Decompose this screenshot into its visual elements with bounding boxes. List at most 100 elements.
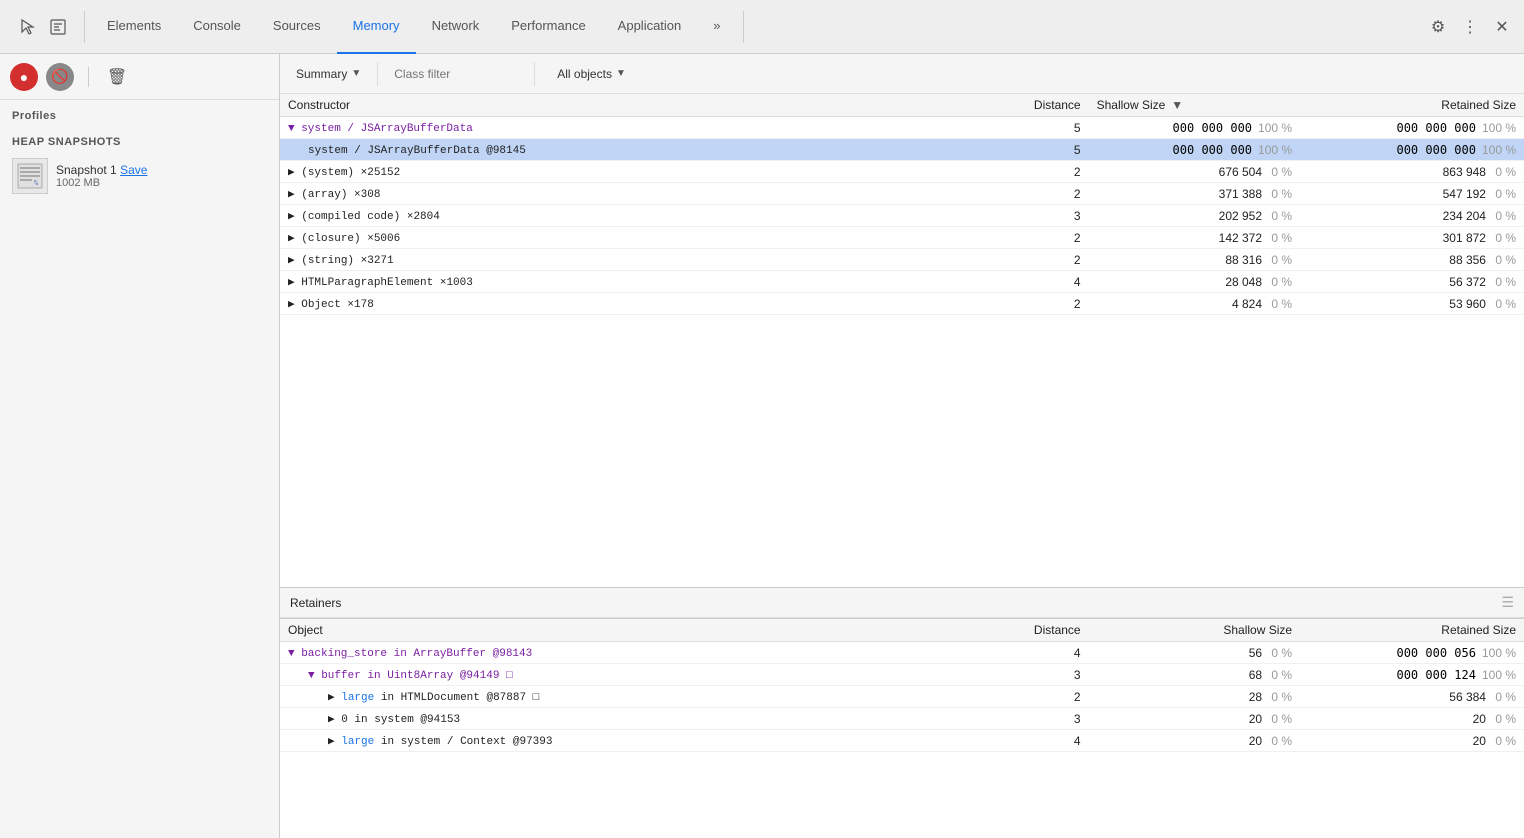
class-filter-input[interactable]	[386, 63, 526, 85]
snapshot-save-link[interactable]: Save	[120, 163, 147, 177]
delete-button[interactable]: 🗑	[103, 63, 131, 91]
distance-cell: 2	[964, 686, 1088, 708]
tab-more[interactable]: »	[697, 0, 736, 54]
table-row[interactable]: ▶ (system) ×25152 2 676 504 0 % 863 948 …	[280, 161, 1524, 183]
sidebar-divider	[88, 67, 89, 87]
divider-2	[743, 11, 744, 43]
retainers-table: Object Distance Shallow Size Retained Si…	[280, 619, 1524, 752]
distance-cell: 3	[964, 205, 1088, 227]
snapshot-icon: %	[12, 158, 48, 194]
retained-cell: 53 960 0 %	[1300, 293, 1524, 315]
constructor-cell: ▶ HTMLParagraphElement ×1003	[280, 271, 964, 293]
cursor-icon[interactable]	[16, 15, 40, 39]
divider-1	[84, 11, 85, 43]
summary-label: Summary	[296, 67, 347, 81]
snapshot-item[interactable]: % Snapshot 1 Save 1002 MB	[0, 152, 279, 200]
summary-dropdown[interactable]: Summary ▼	[288, 63, 369, 85]
table-row[interactable]: ▶ large in HTMLDocument @87887 □ 2 28 0 …	[280, 686, 1524, 708]
tab-network[interactable]: Network	[416, 0, 496, 54]
table-row[interactable]: ▶ (closure) ×5006 2 142 372 0 % 301 872 …	[280, 227, 1524, 249]
th-ret-shallow: Shallow Size	[1089, 619, 1300, 642]
object-cell: ▼ buffer in Uint8Array @94149 □	[280, 664, 964, 686]
tab-sources[interactable]: Sources	[257, 0, 337, 54]
upper-table: Constructor Distance Shallow Size ▼ Reta…	[280, 94, 1524, 587]
th-distance: Distance	[964, 94, 1088, 117]
distance-cell: 3	[964, 664, 1088, 686]
table-row[interactable]: ▶ HTMLParagraphElement ×1003 4 28 048 0 …	[280, 271, 1524, 293]
constructor-cell: ▶ (string) ×3271	[280, 249, 964, 271]
retained-cell: 20 0 %	[1300, 730, 1524, 752]
table-row[interactable]: ▶ Object ×178 2 4 824 0 % 53 960 0 %	[280, 293, 1524, 315]
distance-cell: 4	[964, 730, 1088, 752]
distance-cell: 4	[964, 271, 1088, 293]
table-row[interactable]: ▶ (compiled code) ×2804 3 202 952 0 % 23…	[280, 205, 1524, 227]
tab-elements[interactable]: Elements	[91, 0, 177, 54]
table-row[interactable]: ▼ backing_store in ArrayBuffer @98143 4 …	[280, 642, 1524, 664]
distance-cell: 2	[964, 227, 1088, 249]
summary-arrow-icon: ▼	[351, 68, 361, 79]
distance-cell: 3	[964, 708, 1088, 730]
distance-cell: 2	[964, 249, 1088, 271]
snapshot-size: 1002 MB	[56, 177, 147, 189]
settings-icon[interactable]: ⚙	[1424, 13, 1452, 41]
retained-cell: 000 000 000100 %	[1300, 117, 1524, 139]
retained-cell: 56 384 0 %	[1300, 686, 1524, 708]
shallow-cell: 676 504 0 %	[1089, 161, 1300, 183]
th-shallow-size[interactable]: Shallow Size ▼	[1089, 94, 1300, 117]
retained-cell: 000 000 124100 %	[1300, 664, 1524, 686]
toolbar-divider-1	[377, 62, 378, 86]
table-row[interactable]: ▶ large in system / Context @97393 4 20 …	[280, 730, 1524, 752]
record-button[interactable]: ●	[10, 63, 38, 91]
object-cell: ▶ large in HTMLDocument @87887 □	[280, 686, 964, 708]
inspect-icon[interactable]	[46, 15, 70, 39]
tab-console[interactable]: Console	[177, 0, 257, 54]
table-row[interactable]: ▶ (string) ×3271 2 88 316 0 % 88 356 0 %	[280, 249, 1524, 271]
sidebar: ● 🚫 🗑 Profiles HEAP SNAPSHOTS % Snapsh	[0, 54, 280, 838]
th-object: Object	[280, 619, 964, 642]
object-cell: ▶ 0 in system @94153	[280, 708, 964, 730]
th-retained-size: Retained Size	[1300, 94, 1524, 117]
all-objects-label: All objects	[557, 67, 612, 81]
content-toolbar: Summary ▼ All objects ▼	[280, 54, 1524, 94]
all-objects-dropdown[interactable]: All objects ▼	[547, 63, 636, 85]
content-area: Summary ▼ All objects ▼ Constructor Dist…	[280, 54, 1524, 838]
retained-cell: 547 192 0 %	[1300, 183, 1524, 205]
tab-memory[interactable]: Memory	[337, 0, 416, 54]
retained-cell: 234 204 0 %	[1300, 205, 1524, 227]
object-cell: ▶ large in system / Context @97393	[280, 730, 964, 752]
distance-cell: 2	[964, 183, 1088, 205]
table-row[interactable]: ▶ (array) ×308 2 371 388 0 % 547 192 0 %	[280, 183, 1524, 205]
shallow-cell: 000 000 000100 %	[1089, 139, 1300, 161]
main-layout: ● 🚫 🗑 Profiles HEAP SNAPSHOTS % Snapsh	[0, 54, 1524, 838]
table-row[interactable]: ▼ system / JSArrayBufferData 5 000 000 0…	[280, 117, 1524, 139]
th-ret-retained: Retained Size	[1300, 619, 1524, 642]
table-row[interactable]: system / JSArrayBufferData @98145 5 000 …	[280, 139, 1524, 161]
heap-snapshots-label: HEAP SNAPSHOTS	[0, 126, 279, 152]
tab-performance[interactable]: Performance	[495, 0, 601, 54]
shallow-cell: 371 388 0 %	[1089, 183, 1300, 205]
table-row[interactable]: ▶ 0 in system @94153 3 20 0 % 20 0 %	[280, 708, 1524, 730]
nav-tabs: Elements Console Sources Memory Network …	[91, 0, 737, 54]
retained-cell: 000 000 000100 %	[1300, 139, 1524, 161]
top-bar: Elements Console Sources Memory Network …	[0, 0, 1524, 54]
constructor-cell: ▶ (array) ×308	[280, 183, 964, 205]
retained-cell: 863 948 0 %	[1300, 161, 1524, 183]
stop-button[interactable]: 🚫	[46, 63, 74, 91]
tab-application[interactable]: Application	[602, 0, 698, 54]
retainers-header: Retainers ☰	[280, 587, 1524, 618]
table-row[interactable]: ▼ buffer in Uint8Array @94149 □ 3 68 0 %…	[280, 664, 1524, 686]
distance-cell: 2	[964, 293, 1088, 315]
close-icon[interactable]: ✕	[1488, 13, 1516, 41]
nav-right-actions: ⚙ ⋮ ✕	[1424, 13, 1516, 41]
profiles-label: Profiles	[0, 100, 279, 126]
sort-arrow-icon: ▼	[1171, 98, 1183, 112]
shallow-cell: 88 316 0 %	[1089, 249, 1300, 271]
constructor-cell: ▶ Object ×178	[280, 293, 964, 315]
constructor-cell: ▶ (compiled code) ×2804	[280, 205, 964, 227]
more-options-icon[interactable]: ⋮	[1456, 13, 1484, 41]
distance-cell: 5	[964, 139, 1088, 161]
th-constructor: Constructor	[280, 94, 964, 117]
shallow-cell: 000 000 000100 %	[1089, 117, 1300, 139]
shallow-cell: 28 048 0 %	[1089, 271, 1300, 293]
th-ret-distance: Distance	[964, 619, 1088, 642]
